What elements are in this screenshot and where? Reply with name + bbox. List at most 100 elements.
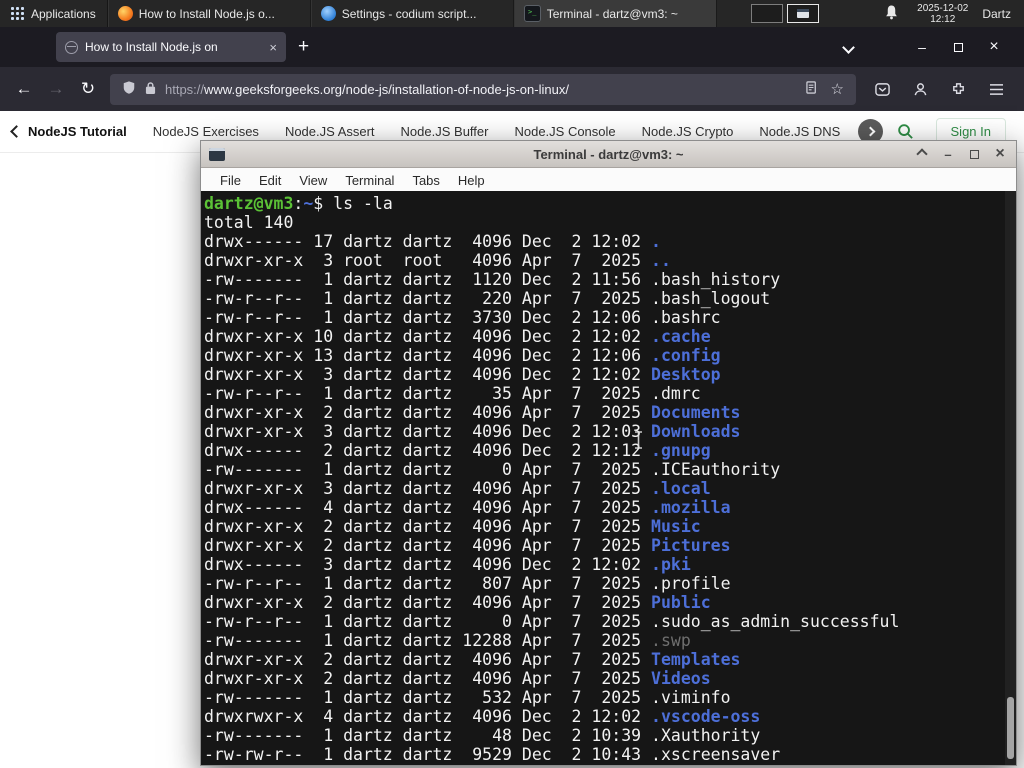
site-nav-item[interactable]: NodeJS Tutorial — [23, 124, 140, 139]
back-button[interactable]: ← — [8, 74, 40, 104]
terminal-line: -rw------- 1 dartz dartz 0 Apr 7 2025 .I… — [204, 460, 781, 479]
terminal-menu-view[interactable]: View — [290, 173, 336, 188]
lock-icon[interactable] — [145, 81, 156, 98]
shield-icon[interactable] — [122, 80, 136, 98]
terminal-line: drwx------ 2 dartz dartz 4096 Dec 2 12:1… — [204, 441, 711, 460]
terminal-line: -rw-r--r-- 1 dartz dartz 220 Apr 7 2025 … — [204, 289, 771, 308]
forward-button[interactable]: → — [40, 74, 72, 104]
terminal-maximize-button[interactable] — [968, 149, 980, 159]
tab-close-icon[interactable]: × — [267, 40, 277, 55]
site-nav-item[interactable]: Node.JS Buffer — [388, 124, 502, 139]
account-icon[interactable] — [904, 74, 936, 104]
terminal-line: drwxr-xr-x 2 dartz dartz 4096 Apr 7 2025… — [204, 403, 741, 422]
clock-time: 12:12 — [930, 13, 956, 25]
terminal-line: drwxr-xr-x 2 dartz dartz 4096 Apr 7 2025… — [204, 593, 711, 612]
terminal-line: -rw-r--r-- 1 dartz dartz 807 Apr 7 2025 … — [204, 574, 731, 593]
terminal-minimize-button[interactable]: – — [942, 147, 954, 162]
taskbar-button[interactable]: How to Install Node.js o... — [107, 0, 311, 27]
mini-window-icon — [796, 9, 809, 18]
site-nav-item[interactable]: Node.JS Console — [501, 124, 628, 139]
extensions-icon[interactable] — [942, 74, 974, 104]
pocket-icon[interactable] — [866, 74, 898, 104]
terminal-scrollbar-track[interactable] — [1005, 191, 1016, 765]
terminal-line: drwxr-xr-x 2 dartz dartz 4096 Apr 7 2025… — [204, 517, 701, 536]
bell-icon — [884, 4, 899, 23]
site-nav-item[interactable]: Node.JS Assert — [272, 124, 388, 139]
site-nav-item[interactable]: NodeJS Exercises — [140, 124, 272, 139]
terminal-line: drwxr-xr-x 2 dartz dartz 4096 Apr 7 2025… — [204, 650, 741, 669]
terminal-line: -rw-r--r-- 1 dartz dartz 35 Apr 7 2025 .… — [204, 384, 701, 403]
workspace-1[interactable] — [750, 4, 783, 23]
terminal-line: -rw-rw-r-- 1 dartz dartz 9529 Dec 2 10:4… — [204, 745, 781, 764]
bookmark-star-icon[interactable]: ☆ — [831, 80, 844, 98]
site-search-icon[interactable] — [897, 123, 914, 140]
tab-title: How to Install Node.js on — [85, 40, 218, 54]
taskbar-button-label: Settings - codium script... — [341, 6, 477, 21]
terminal-menu-help[interactable]: Help — [449, 173, 494, 188]
menu-hamburger-icon[interactable] — [980, 74, 1012, 104]
terminal-line: total 140 — [204, 213, 294, 232]
clock-date: 2025-12-02 — [917, 2, 969, 14]
taskbar-button[interactable]: Settings - codium script... — [310, 0, 514, 27]
clock[interactable]: 2025-12-02 12:12 — [909, 0, 976, 27]
firefox-nav-bar: ← → ↻ https://www.geeksforgeeks.org/node… — [0, 67, 1024, 111]
terminal-line: -rw------- 1 dartz dartz 1120 Dec 2 11:5… — [204, 270, 781, 289]
terminal-line: drwxrwxr-x 4 dartz dartz 4096 Dec 2 12:0… — [204, 707, 761, 726]
browser-tab[interactable]: How to Install Node.js on × — [56, 32, 286, 62]
desktop: How to Install Node.js on × + – × ← → ↻ — [0, 0, 1024, 768]
window-maximize-button[interactable] — [940, 39, 976, 55]
applications-icon — [11, 7, 24, 20]
terminal-line: drwxr-xr-x 2 dartz dartz 4096 Apr 7 2025… — [204, 536, 731, 555]
terminal-line: drwx------ 4 dartz dartz 4096 Apr 7 2025… — [204, 498, 731, 517]
window-minimize-button[interactable]: – — [904, 39, 940, 55]
settings-icon — [320, 6, 336, 21]
terminal-line: drwxr-xr-x 10 dartz dartz 4096 Dec 2 12:… — [204, 327, 711, 346]
terminal-output-lines: dartz@vm3:~$ ls -la total 140 drwx------ 1… — [204, 194, 1016, 764]
site-nav-item[interactable]: Node.JS DNS — [746, 124, 853, 139]
terminal-title: Terminal - dartz@vm3: ~ — [533, 146, 684, 162]
terminal-line: -rw-r--r-- 1 dartz dartz 0 Apr 7 2025 .s… — [204, 612, 900, 631]
terminal-icon: >_ — [523, 5, 541, 22]
taskbar-button-label: Terminal - dartz@vm3: ~ — [546, 6, 678, 21]
terminal-menu-terminal[interactable]: Terminal — [336, 173, 403, 188]
applications-menu[interactable]: Applications — [0, 0, 108, 27]
nav-scroll-left-icon[interactable] — [10, 123, 23, 141]
site-nav-item[interactable]: Node... — [853, 124, 857, 139]
terminal-titlebar[interactable]: Terminal - dartz@vm3: ~ – × — [201, 141, 1016, 168]
notifications-button[interactable] — [874, 0, 909, 27]
user-menu[interactable]: Dartz — [976, 0, 1024, 27]
terminal-line: drwxr-xr-x 3 dartz dartz 4096 Dec 2 12:0… — [204, 422, 741, 441]
list-tabs-chevron-icon[interactable] — [830, 39, 866, 55]
terminal-menu-file[interactable]: File — [211, 173, 250, 188]
workspace-switcher[interactable] — [750, 0, 819, 27]
url-bar[interactable]: https://www.geeksforgeeks.org/node-js/in… — [110, 73, 856, 105]
taskbar: How to Install Node.js o... Settings - co… — [107, 0, 717, 27]
url-text: https://www.geeksforgeeks.org/node-js/in… — [165, 81, 569, 97]
taskbar-button[interactable]: >_ Terminal - dartz@vm3: ~ — [513, 0, 717, 27]
workspace-2[interactable] — [786, 4, 819, 23]
window-close-button[interactable]: × — [976, 38, 1012, 56]
terminal-line: -rw------- 1 dartz dartz 12288 Apr 7 202… — [204, 631, 691, 650]
terminal-line: drwx------ 17 dartz dartz 4096 Dec 2 12:… — [204, 232, 661, 251]
toolbar-icons — [866, 74, 1016, 104]
text-cursor — [633, 431, 644, 453]
terminal-line: -rw-r--r-- 1 dartz dartz 3730 Dec 2 12:0… — [204, 308, 721, 327]
terminal-line: dartz@vm3:~$ ls -la — [204, 194, 393, 213]
terminal-line: drwxr-xr-x 3 dartz dartz 4096 Apr 7 2025… — [204, 479, 711, 498]
site-nav-items: NodeJS Tutorial NodeJS Exercises Node.JS A… — [23, 124, 858, 139]
window-controls: – × — [830, 27, 1024, 67]
terminal-output[interactable]: dartz@vm3:~$ ls -la total 140 drwx------ 1… — [201, 191, 1016, 765]
terminal-shade-button[interactable] — [916, 148, 928, 160]
page-favicon-icon — [65, 40, 78, 54]
reader-mode-icon[interactable] — [805, 81, 819, 97]
terminal-menu-edit[interactable]: Edit — [250, 173, 290, 188]
terminal-menubar: File Edit View Terminal Tabs Help — [201, 168, 1016, 193]
terminal-scrollbar-thumb[interactable] — [1007, 697, 1014, 759]
reload-button[interactable]: ↻ — [72, 74, 104, 104]
terminal-close-button[interactable]: × — [994, 145, 1006, 163]
top-panel: Applications How to Install Node.js o...… — [0, 0, 1024, 27]
firefox-tab-bar: How to Install Node.js on × + – × — [0, 27, 1024, 67]
terminal-menu-tabs[interactable]: Tabs — [403, 173, 448, 188]
site-nav-item[interactable]: Node.JS Crypto — [629, 124, 747, 139]
new-tab-button[interactable]: + — [298, 36, 309, 58]
